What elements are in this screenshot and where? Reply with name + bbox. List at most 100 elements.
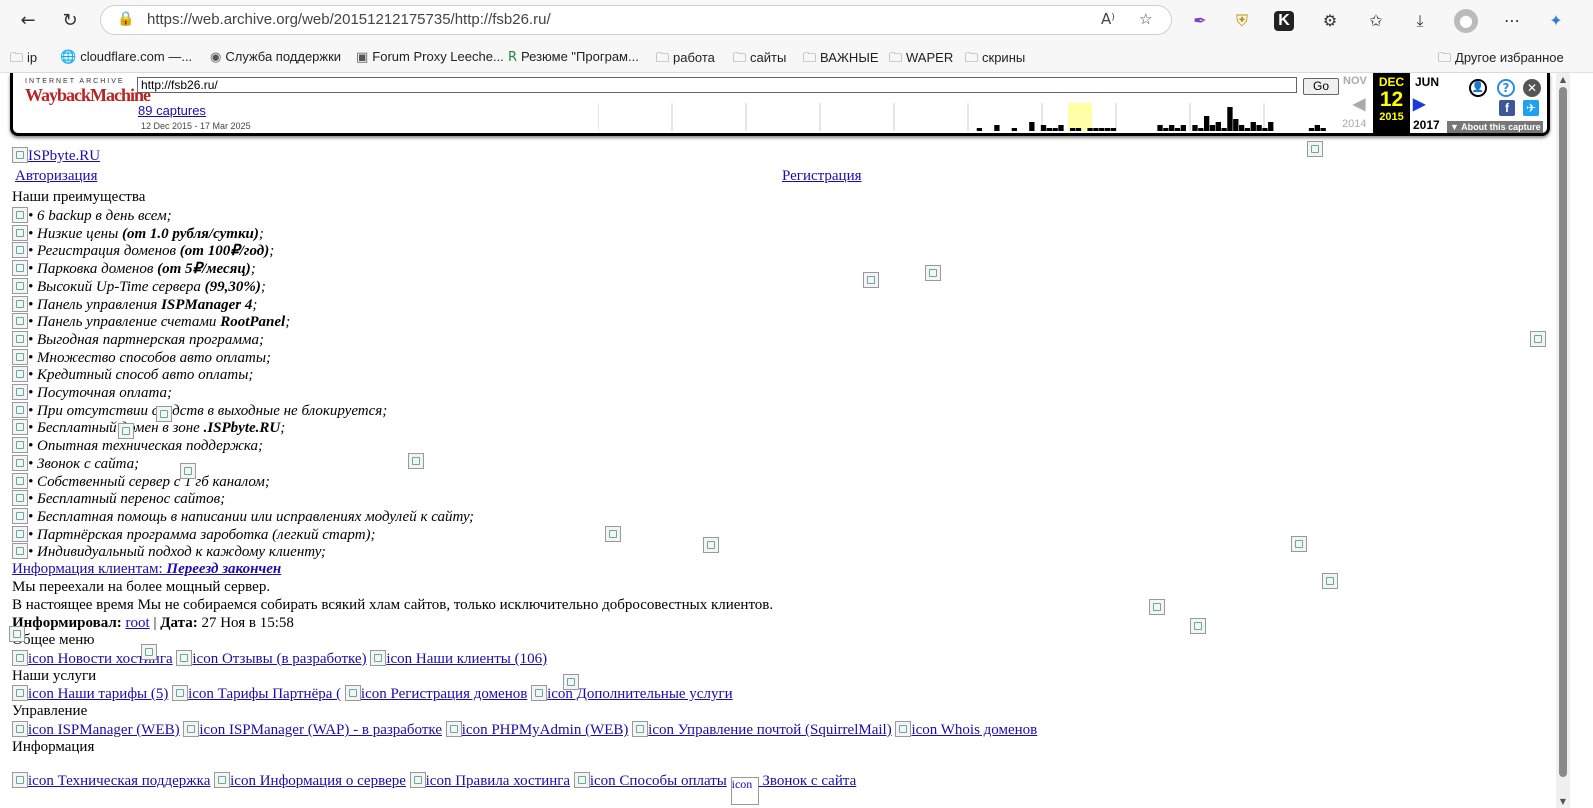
folder-icon: 🗀 — [733, 51, 747, 66]
page-scrollbar[interactable]: ▲ ▼ — [1556, 73, 1570, 808]
broken-image-icon — [12, 147, 28, 163]
captures-link[interactable]: 89 captures — [138, 103, 206, 118]
help-icon[interactable]: ? — [1497, 79, 1515, 97]
bookmark-folder[interactable]: 🗀 сайты — [733, 49, 786, 71]
shield-extension-icon[interactable]: ⛨ — [1230, 9, 1254, 33]
control-link-ispmanager-wap[interactable]: icon ISPManager (WAP) - в разработке — [183, 721, 442, 738]
info-link-support[interactable]: icon Техническая поддержка — [12, 772, 210, 789]
downloads-icon[interactable]: ⤓ — [1408, 9, 1432, 33]
k-extension-icon[interactable]: K — [1274, 11, 1294, 31]
scroll-down-icon[interactable]: ▼ — [1556, 797, 1570, 806]
next-month[interactable]: JUN — [1415, 75, 1439, 89]
facebook-icon[interactable]: f — [1499, 100, 1515, 116]
bookmark-item[interactable]: 🌐 cloudflare.com —... — [60, 49, 192, 65]
profile-avatar-icon[interactable]: ● — [1454, 9, 1478, 33]
capture-sparkline[interactable] — [598, 103, 1338, 131]
broken-image-icon — [344, 685, 361, 701]
control-link-ispmanager-web[interactable]: icon ISPManager (WEB) — [12, 721, 180, 738]
support-icon: ◉ — [210, 50, 222, 65]
bookmark-item[interactable]: ▣ Forum Proxy Leeche... — [356, 49, 504, 65]
info-link-payment[interactable]: icon Способы оплаты — [573, 772, 727, 789]
prev-month[interactable]: NOV — [1343, 75, 1367, 87]
back-icon[interactable]: ← — [14, 7, 42, 35]
broken-image-icon — [12, 348, 28, 365]
bookmark-folder[interactable]: 🗀 ВАЖНЫЕ — [803, 49, 879, 71]
folder-icon: 🗀 — [803, 51, 817, 66]
more-menu-icon[interactable]: ⋯ — [1500, 9, 1524, 33]
wayback-url-input[interactable]: http://fsb26.ru/ — [137, 77, 1297, 93]
services-link-partner-tariffs[interactable]: icon Тарифы Партнёра ( — [172, 685, 341, 702]
prev-year[interactable]: 2014 — [1342, 118, 1366, 130]
prev-arrow-icon[interactable]: ◀ — [1353, 94, 1365, 114]
control-link-whois[interactable]: icon Whois доменов — [895, 721, 1037, 738]
broken-image-icon — [409, 772, 426, 788]
broken-image-icon — [141, 644, 157, 660]
sparkline-bar — [1221, 128, 1227, 131]
read-aloud-icon[interactable]: A⁾ — [1101, 10, 1115, 28]
pen-extension-icon[interactable]: ✒ — [1188, 9, 1212, 33]
control-link-mail[interactable]: icon Управление почтой (SquirrelMail) — [632, 721, 892, 738]
menu-link-clients[interactable]: icon Наши клиенты (106) — [370, 650, 547, 667]
sparkline-bar — [1104, 128, 1111, 131]
bookmark-folder[interactable]: 🗀 скрины — [965, 49, 1025, 71]
broken-image-icon — [12, 721, 28, 737]
broken-image-icon — [370, 650, 387, 666]
infoblock-title: Информация — [12, 739, 95, 755]
info-link-rules[interactable]: icon Правила хостинга — [409, 772, 570, 789]
wayback-logo[interactable]: INTERNET ARCHIVE WaybackMachine — [25, 78, 151, 106]
wayback-go-button[interactable]: Go — [1303, 78, 1339, 95]
services-link-tariffs[interactable]: icon Наши тарифы (5) — [12, 685, 168, 702]
twitter-icon[interactable]: ✈ — [1523, 100, 1539, 116]
about-capture-button[interactable]: ▼ About this capture — [1447, 121, 1543, 133]
broken-image-icon — [12, 366, 28, 383]
sparkline-bar — [1209, 125, 1216, 131]
broken-image-icon — [156, 406, 172, 422]
current-year: 2015 — [1379, 111, 1404, 123]
copilot-icon[interactable]: ✦ — [1544, 9, 1568, 33]
info-link[interactable]: Информация клиентам: Переезд закончен — [12, 561, 281, 579]
menu-link-reviews[interactable]: icon Отзывы (в разработке) — [176, 650, 367, 667]
favorite-star-icon[interactable]: ☆ — [1139, 10, 1152, 28]
current-day: 12 — [1379, 88, 1404, 111]
account-icon[interactable]: 👤 — [1469, 79, 1487, 97]
bookmark-folder[interactable]: 🗀 WAPER — [889, 49, 953, 71]
broken-image-icon — [12, 313, 28, 330]
bookmark-folder[interactable]: 🗀 работа — [656, 49, 715, 71]
info-link-server[interactable]: icon Информация о сервере — [214, 772, 406, 789]
bookmark-item[interactable]: R Резюме "Програм... — [508, 49, 639, 65]
address-url[interactable]: https://web.archive.org/web/201512121757… — [147, 11, 551, 28]
info-link-callback[interactable]: icon Звонок с сайта — [730, 773, 856, 805]
author-link[interactable]: root — [126, 615, 150, 631]
scroll-up-icon[interactable]: ▲ — [1556, 75, 1570, 84]
close-icon[interactable]: ✕ — [1523, 79, 1541, 97]
next-year[interactable]: 2017 — [1413, 118, 1440, 132]
advantage-item: • Регистрация доменов (от 100₽/год); — [12, 242, 274, 261]
login-link[interactable]: Авторизация — [15, 168, 97, 186]
sparkline-bar — [1268, 122, 1274, 131]
register-link[interactable]: Регистрация — [782, 168, 862, 186]
other-bookmarks[interactable]: 🗀 Другое избранное — [1438, 49, 1564, 71]
broken-image-icon — [12, 650, 28, 666]
puzzle-extensions-icon[interactable]: ⚙ — [1318, 9, 1342, 33]
broken-image-icon — [1190, 618, 1206, 634]
address-bar[interactable]: 🔒 https://web.archive.org/web/2015121217… — [100, 5, 1172, 35]
next-arrow-icon[interactable]: ▶ — [1413, 94, 1425, 114]
bookmark-folder[interactable]: 🗀 ip — [10, 49, 37, 71]
broken-image-icon — [408, 453, 424, 469]
site-logo[interactable]: ISPbyte.RU — [12, 147, 100, 166]
refresh-icon[interactable]: ↻ — [56, 7, 84, 35]
broken-image-icon — [531, 685, 548, 701]
bookmark-item[interactable]: ◉ Служба поддержки — [210, 49, 341, 65]
scrollbar-thumb[interactable] — [1559, 87, 1567, 777]
services-link-additional[interactable]: icon Дополнительные услуги — [531, 685, 733, 702]
broken-image-icon — [632, 721, 649, 737]
favorites-icon[interactable]: ✩ — [1364, 9, 1388, 33]
broken-image-icon — [12, 543, 28, 560]
folder-icon: 🗀 — [1438, 51, 1452, 66]
services-link-domains[interactable]: icon Регистрация доменов — [344, 685, 527, 702]
broken-image-icon — [12, 277, 28, 294]
control-menu: icon ISPManager (WEB) icon ISPManager (W… — [12, 721, 1037, 740]
sparkline-bar — [1157, 125, 1163, 131]
advantage-item: • При отсутствии средств в выходные не б… — [12, 401, 387, 421]
control-link-phpmyadmin[interactable]: icon PHPMyAdmin (WEB) — [445, 721, 628, 738]
